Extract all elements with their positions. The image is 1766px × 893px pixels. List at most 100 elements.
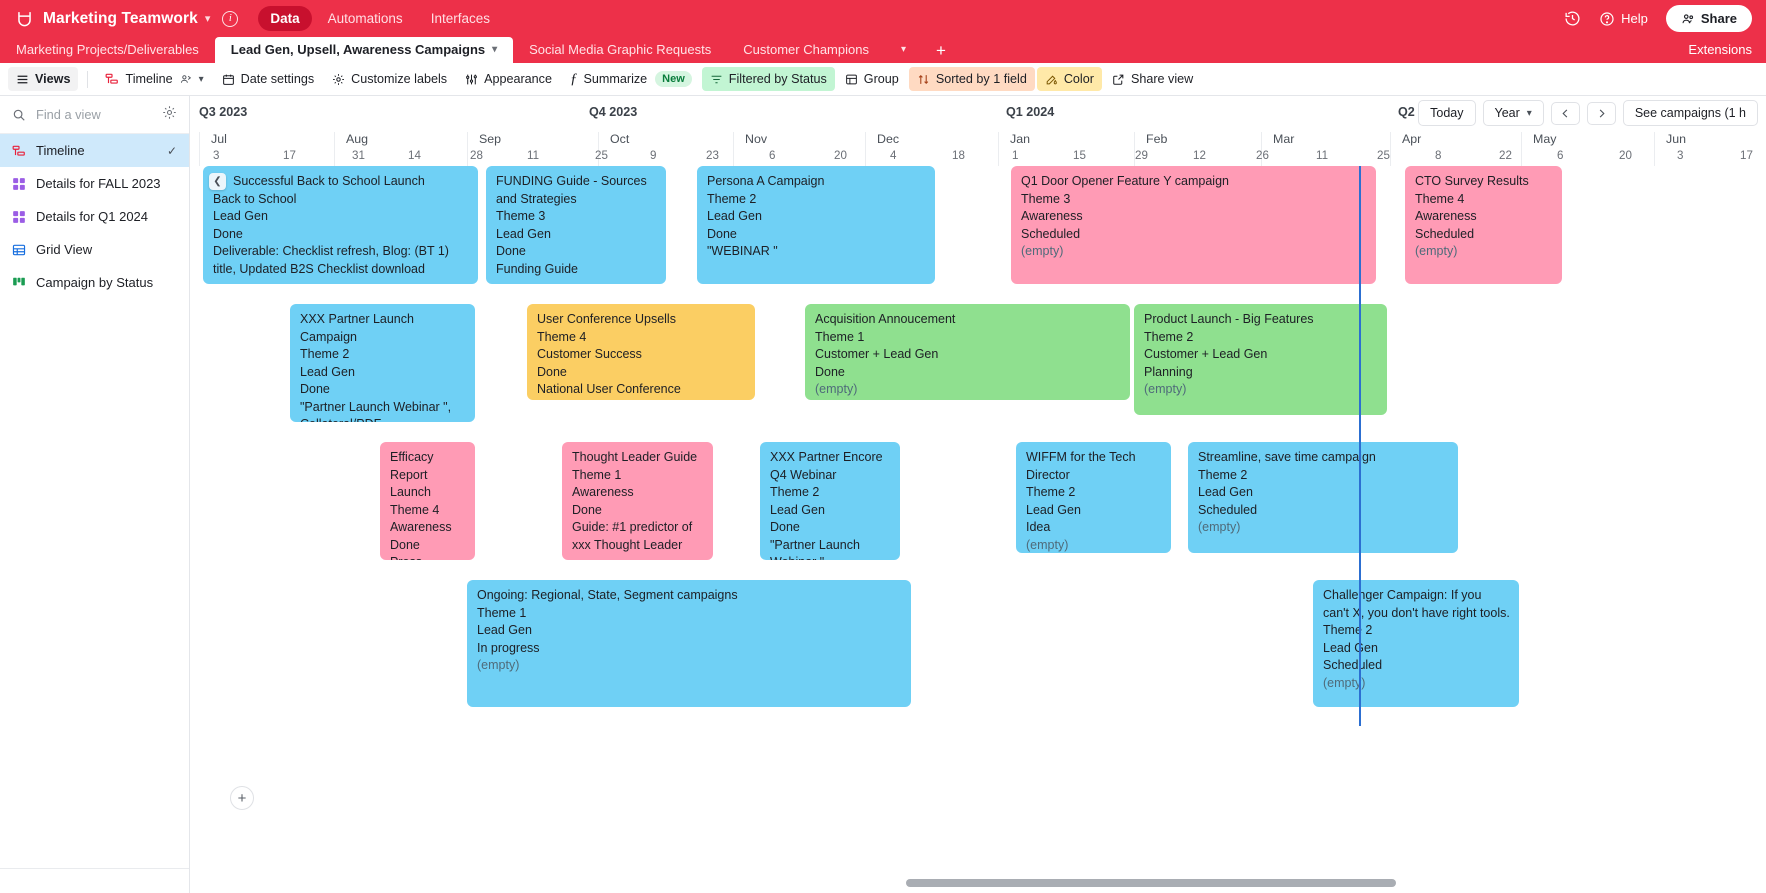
- tab-label: Lead Gen, Upsell, Awareness Campaigns: [230, 41, 486, 57]
- day-tick-label: 23: [706, 149, 719, 162]
- card-field: (empty): [1198, 520, 1241, 534]
- today-button[interactable]: Today: [1418, 100, 1476, 126]
- tabs-overflow-icon[interactable]: ▾: [885, 37, 922, 63]
- timeline-record-card[interactable]: Challenger Campaign: If you can't X, you…: [1313, 580, 1519, 707]
- share-button[interactable]: Share: [1665, 5, 1752, 32]
- range-label: Year: [1494, 106, 1520, 120]
- month-gridline: [998, 132, 999, 166]
- timeline-record-card[interactable]: ❮ Successful Back to School Launch Back to…: [203, 166, 478, 284]
- nav-automations[interactable]: Automations: [316, 6, 415, 31]
- info-icon[interactable]: i: [222, 10, 239, 27]
- card-field: Done: [300, 382, 330, 396]
- nav-data[interactable]: Data: [258, 6, 312, 31]
- card-field: "WEBINAR ": [707, 244, 778, 258]
- timeline-record-card[interactable]: XXX Partner Launch Campaign Theme 2 Lead G…: [290, 304, 475, 422]
- extensions-button[interactable]: Extensions: [1674, 38, 1766, 63]
- sidebar-item-details-fall-2023[interactable]: Details for FALL 2023: [0, 167, 189, 200]
- chevron-left-icon[interactable]: ❮: [209, 173, 226, 190]
- prev-period-button[interactable]: [1550, 101, 1580, 125]
- day-tick-label: 4: [890, 149, 897, 162]
- card-field: Funding Guide: [496, 261, 579, 276]
- group-icon: [845, 73, 858, 86]
- card-field: (empty): [477, 658, 520, 672]
- card-field: Lead Gen: [300, 364, 355, 379]
- gear-icon[interactable]: [162, 105, 177, 125]
- card-field: (empty): [1144, 382, 1187, 396]
- chevron-down-icon: ▾: [1526, 107, 1532, 119]
- workspace-title: Marketing Teamwork: [43, 9, 198, 27]
- appearance-button[interactable]: Appearance: [457, 67, 560, 91]
- collaborators-icon: [179, 73, 193, 86]
- add-record-button[interactable]: +: [230, 786, 254, 810]
- timeline-record-card[interactable]: WIFFM for the Tech Director Theme 2 Lead G…: [1016, 442, 1171, 553]
- card-field: Theme 2: [1323, 623, 1373, 637]
- help-button[interactable]: Help: [1599, 11, 1648, 27]
- timeline-record-card[interactable]: Ongoing: Regional, State, Segment campai…: [467, 580, 911, 707]
- app-header: Marketing Teamwork ▾ i Data Automations …: [0, 0, 1766, 37]
- filter-icon: [710, 73, 723, 86]
- share-view-button[interactable]: Share view: [1104, 67, 1201, 91]
- card-field: Theme 2: [770, 485, 820, 499]
- timeline-record-card[interactable]: Efficacy Report Launch Theme 4 Awareness Do…: [380, 442, 475, 560]
- timeline-record-card[interactable]: FUNDING Guide - Sources and Strategies Th…: [486, 166, 666, 284]
- timeline-record-card[interactable]: Acquisition Annoucement Theme 1 Customer +…: [805, 304, 1130, 400]
- tab-marketing-projects[interactable]: Marketing Projects/Deliverables: [0, 37, 215, 63]
- day-tick-label: 26: [1256, 149, 1269, 162]
- group-button[interactable]: Group: [837, 67, 907, 91]
- sidebar-item-timeline[interactable]: Timeline ✓: [0, 134, 189, 167]
- tab-lead-gen-upsell[interactable]: Lead Gen, Upsell, Awareness Campaigns ▾: [214, 37, 514, 63]
- group-label: Group: [863, 72, 899, 86]
- chevron-down-icon[interactable]: ▾: [205, 12, 211, 25]
- timeline-record-card[interactable]: Streamline, save time campaign Theme 2 Lea…: [1188, 442, 1458, 553]
- sidebar-item-details-q1-2024[interactable]: Details for Q1 2024: [0, 200, 189, 233]
- month-gridline: [199, 132, 200, 166]
- date-settings-button[interactable]: Date settings: [214, 67, 323, 91]
- nav-interfaces[interactable]: Interfaces: [419, 6, 502, 31]
- card-title: Acquisition Annoucement: [815, 312, 956, 326]
- timeline-record-card[interactable]: Thought Leader Guide Theme 1 Awareness Done…: [562, 442, 713, 560]
- timeline-record-card[interactable]: Product Launch - Big Features Theme 2 Cust…: [1134, 304, 1387, 415]
- card-field: Lead Gen: [770, 502, 825, 517]
- next-period-button[interactable]: [1586, 101, 1616, 125]
- color-button[interactable]: Color: [1036, 67, 1102, 91]
- sort-button[interactable]: Sorted by 1 field: [908, 67, 1035, 91]
- filter-button[interactable]: Filtered by Status: [701, 67, 835, 91]
- timeline-record-card[interactable]: Q1 Door Opener Feature Y campaign Theme 3…: [1011, 166, 1376, 284]
- card-field: (empty): [1021, 244, 1064, 258]
- timeline-record-card[interactable]: Persona A Campaign Theme 2 Lead Gen Done "WE…: [697, 166, 935, 284]
- customize-labels-button[interactable]: Customize labels: [324, 67, 455, 91]
- gallery-view-icon: [12, 177, 26, 191]
- sidebar-item-campaign-by-status[interactable]: Campaign by Status: [0, 266, 189, 299]
- chevron-down-icon[interactable]: ▾: [492, 44, 497, 55]
- month-gridline: [1654, 132, 1655, 166]
- tab-social-media-graphic-requests[interactable]: Social Media Graphic Requests: [513, 37, 727, 63]
- timeline-view-button[interactable]: Timeline ▾: [97, 67, 211, 91]
- day-tick-label: 20: [834, 149, 847, 162]
- card-title: Successful Back to School Launch: [233, 174, 425, 188]
- airtable-logo-icon: [14, 9, 34, 29]
- scrollbar-thumb[interactable]: [906, 879, 1396, 887]
- timeline-view-icon: [12, 144, 26, 158]
- summarize-button[interactable]: ƒ Summarize New: [562, 66, 700, 93]
- views-label: Views: [35, 72, 71, 86]
- horizontal-scrollbar[interactable]: [190, 879, 1766, 887]
- card-title: User Conference Upsells: [537, 312, 676, 326]
- history-icon[interactable]: [1564, 10, 1581, 27]
- range-select[interactable]: Year ▾: [1482, 100, 1544, 126]
- timeline-record-card[interactable]: User Conference Upsells Theme 4 Customer S…: [527, 304, 755, 400]
- search-input[interactable]: [34, 106, 134, 123]
- chevron-down-icon[interactable]: ▾: [199, 74, 204, 85]
- day-tick-label: 31: [352, 149, 365, 162]
- see-campaigns-button[interactable]: See campaigns (1 h: [1622, 100, 1758, 126]
- sidebar-item-grid-view[interactable]: Grid View: [0, 233, 189, 266]
- month-label: Oct: [610, 132, 630, 146]
- month-label: Aug: [346, 132, 369, 146]
- card-field: Done: [770, 520, 800, 534]
- sidebar-item-label: Campaign by Status: [36, 275, 154, 290]
- timeline-record-card[interactable]: CTO Survey Results Theme 4 Awareness Schedu…: [1405, 166, 1562, 284]
- timeline-record-card[interactable]: XXX Partner Encore Q4 Webinar Theme 2 Lead…: [760, 442, 900, 560]
- add-table-button[interactable]: +: [922, 41, 960, 63]
- day-tick-label: 3: [213, 149, 220, 162]
- tab-customer-champions[interactable]: Customer Champions: [727, 37, 885, 63]
- views-button[interactable]: Views: [8, 67, 79, 91]
